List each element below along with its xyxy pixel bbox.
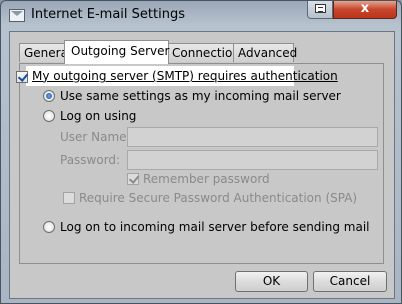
tab-general[interactable]: General bbox=[19, 43, 71, 62]
title-bar[interactable]: Internet E-mail Settings x bbox=[1, 1, 401, 31]
tab-advanced[interactable]: Advanced bbox=[233, 43, 297, 62]
password-label: Password: bbox=[60, 153, 121, 167]
log-on-incoming-label[interactable]: Log on to incoming mail server before se… bbox=[60, 220, 370, 234]
tab-outgoing-server[interactable]: Outgoing Server bbox=[64, 40, 169, 64]
dialog-window: Internet E-mail Settings x General Outgo… bbox=[0, 0, 402, 304]
spa-checkbox[interactable] bbox=[63, 192, 75, 204]
envelope-icon bbox=[9, 9, 25, 22]
close-button[interactable]: x bbox=[333, 1, 397, 19]
user-name-field[interactable] bbox=[127, 127, 378, 147]
window-title: Internet E-mail Settings bbox=[31, 7, 185, 22]
same-settings-label[interactable]: Use same settings as my incoming mail se… bbox=[60, 89, 341, 103]
spa-label: Require Secure Password Authentication (… bbox=[79, 191, 358, 205]
remember-password-label: Remember password bbox=[143, 172, 270, 186]
log-on-incoming-radio[interactable] bbox=[43, 221, 55, 233]
password-field[interactable] bbox=[127, 150, 378, 170]
dialog-client-area: General Outgoing Server Connection Advan… bbox=[9, 31, 395, 299]
cancel-button[interactable]: Cancel bbox=[313, 271, 387, 292]
tab-connection[interactable]: Connection bbox=[167, 43, 240, 62]
smtp-auth-checkbox[interactable] bbox=[16, 71, 28, 83]
remember-password-checkbox[interactable] bbox=[127, 173, 139, 185]
help-button[interactable] bbox=[307, 1, 333, 19]
user-name-label: User Name: bbox=[60, 130, 131, 144]
ok-button[interactable]: OK bbox=[235, 271, 308, 292]
help-window-icon bbox=[315, 4, 326, 13]
same-settings-radio[interactable] bbox=[43, 90, 55, 102]
smtp-auth-label[interactable]: My outgoing server (SMTP) requires authe… bbox=[32, 69, 338, 83]
log-on-using-label[interactable]: Log on using bbox=[60, 109, 136, 123]
log-on-using-radio[interactable] bbox=[43, 110, 55, 122]
